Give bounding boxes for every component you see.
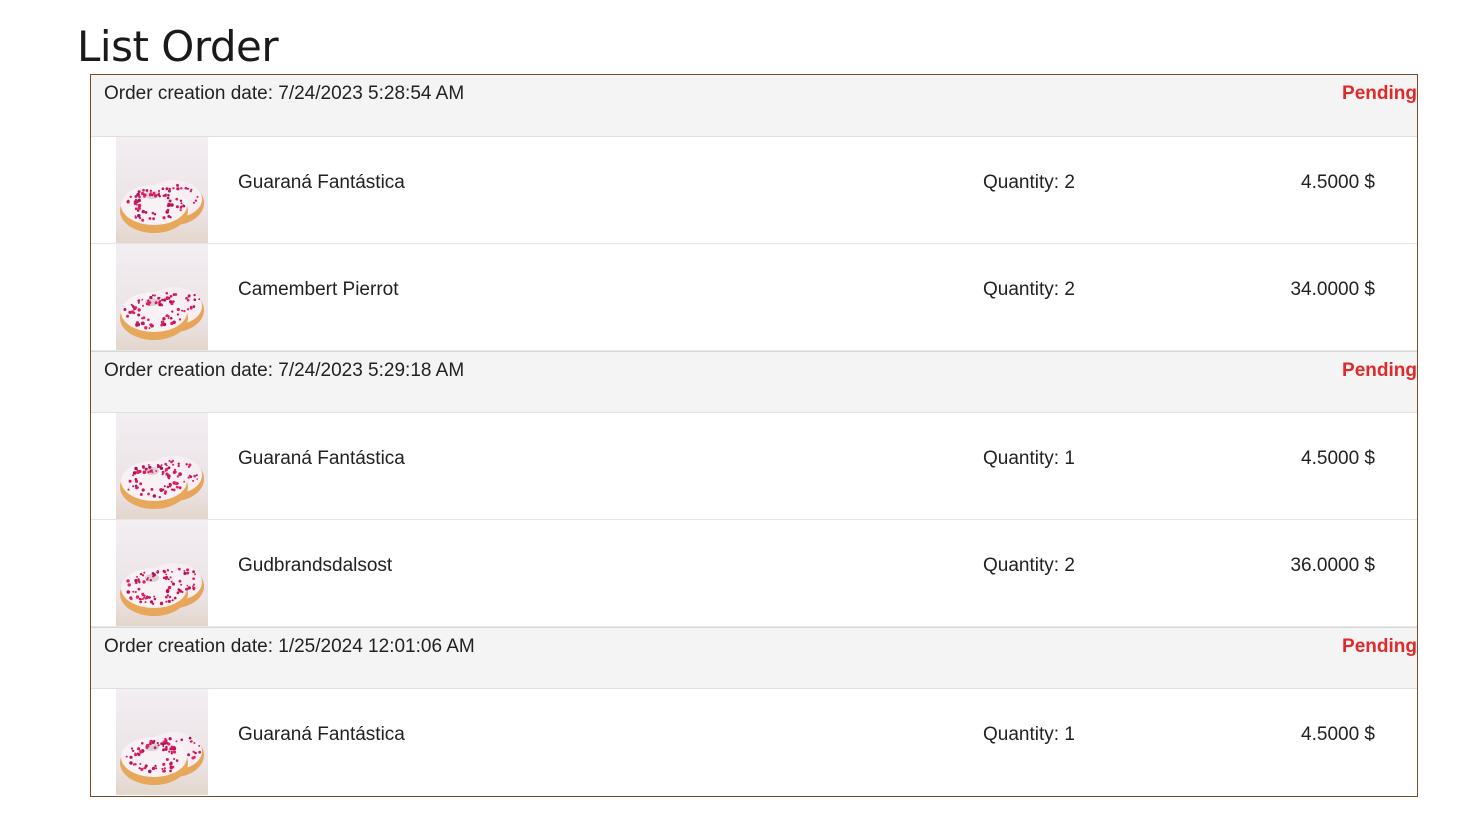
order-header: Order creation date: 7/24/2023 5:29:18 A… (91, 351, 1417, 413)
order-group: Order creation date: 7/24/2023 5:28:54 A… (91, 75, 1417, 351)
product-image (116, 137, 208, 243)
order-creation-date: Order creation date: 7/24/2023 5:28:54 A… (104, 83, 465, 104)
order-item: Camembert Pierrot Quantity: 2 34.0000 $ (91, 244, 1417, 351)
product-image (116, 413, 208, 519)
order-header: Order creation date: 1/25/2024 12:01:06 … (91, 627, 1417, 689)
donut-picture (116, 413, 208, 519)
order-group: Order creation date: 7/24/2023 5:29:18 A… (91, 351, 1417, 627)
order-creation-date: Order creation date: 1/25/2024 12:01:06 … (104, 636, 475, 657)
product-price: 4.5000 $ (1301, 724, 1375, 745)
donut-picture (116, 137, 208, 243)
product-image (116, 689, 208, 795)
product-price: 36.0000 $ (1290, 555, 1375, 576)
order-header: Order creation date: 7/24/2023 5:28:54 A… (91, 75, 1417, 137)
product-price: 34.0000 $ (1290, 279, 1375, 300)
order-status-badge: Pending (1342, 83, 1417, 104)
product-name: Guaraná Fantástica (238, 448, 405, 469)
product-quantity: Quantity: 2 (983, 555, 1075, 576)
product-image (116, 520, 208, 626)
order-status-badge: Pending (1342, 636, 1417, 657)
product-quantity: Quantity: 2 (983, 172, 1075, 193)
product-quantity: Quantity: 1 (983, 724, 1075, 745)
product-price: 4.5000 $ (1301, 448, 1375, 469)
product-name: Camembert Pierrot (238, 279, 399, 300)
order-item: Guaraná Fantástica Quantity: 1 4.5000 $ (91, 689, 1417, 796)
product-name: Guaraná Fantástica (238, 724, 405, 745)
order-creation-date: Order creation date: 7/24/2023 5:29:18 A… (104, 360, 465, 381)
product-name: Guaraná Fantástica (238, 172, 405, 193)
product-image (116, 244, 208, 350)
page-title: List Order (77, 22, 279, 71)
order-item: Guaraná Fantástica Quantity: 2 4.5000 $ (91, 137, 1417, 244)
product-name: Gudbrandsdalsost (238, 555, 393, 576)
donut-picture (116, 520, 208, 626)
product-price: 4.5000 $ (1301, 172, 1375, 193)
product-quantity: Quantity: 1 (983, 448, 1075, 469)
product-quantity: Quantity: 2 (983, 279, 1075, 300)
donut-picture (116, 689, 208, 795)
donut-picture (116, 244, 208, 350)
order-list: Order creation date: 7/24/2023 5:28:54 A… (90, 74, 1418, 797)
order-item: Gudbrandsdalsost Quantity: 2 36.0000 $ (91, 520, 1417, 627)
order-item: Guaraná Fantástica Quantity: 1 4.5000 $ (91, 413, 1417, 520)
order-group: Order creation date: 1/25/2024 12:01:06 … (91, 627, 1417, 796)
order-status-badge: Pending (1342, 360, 1417, 381)
